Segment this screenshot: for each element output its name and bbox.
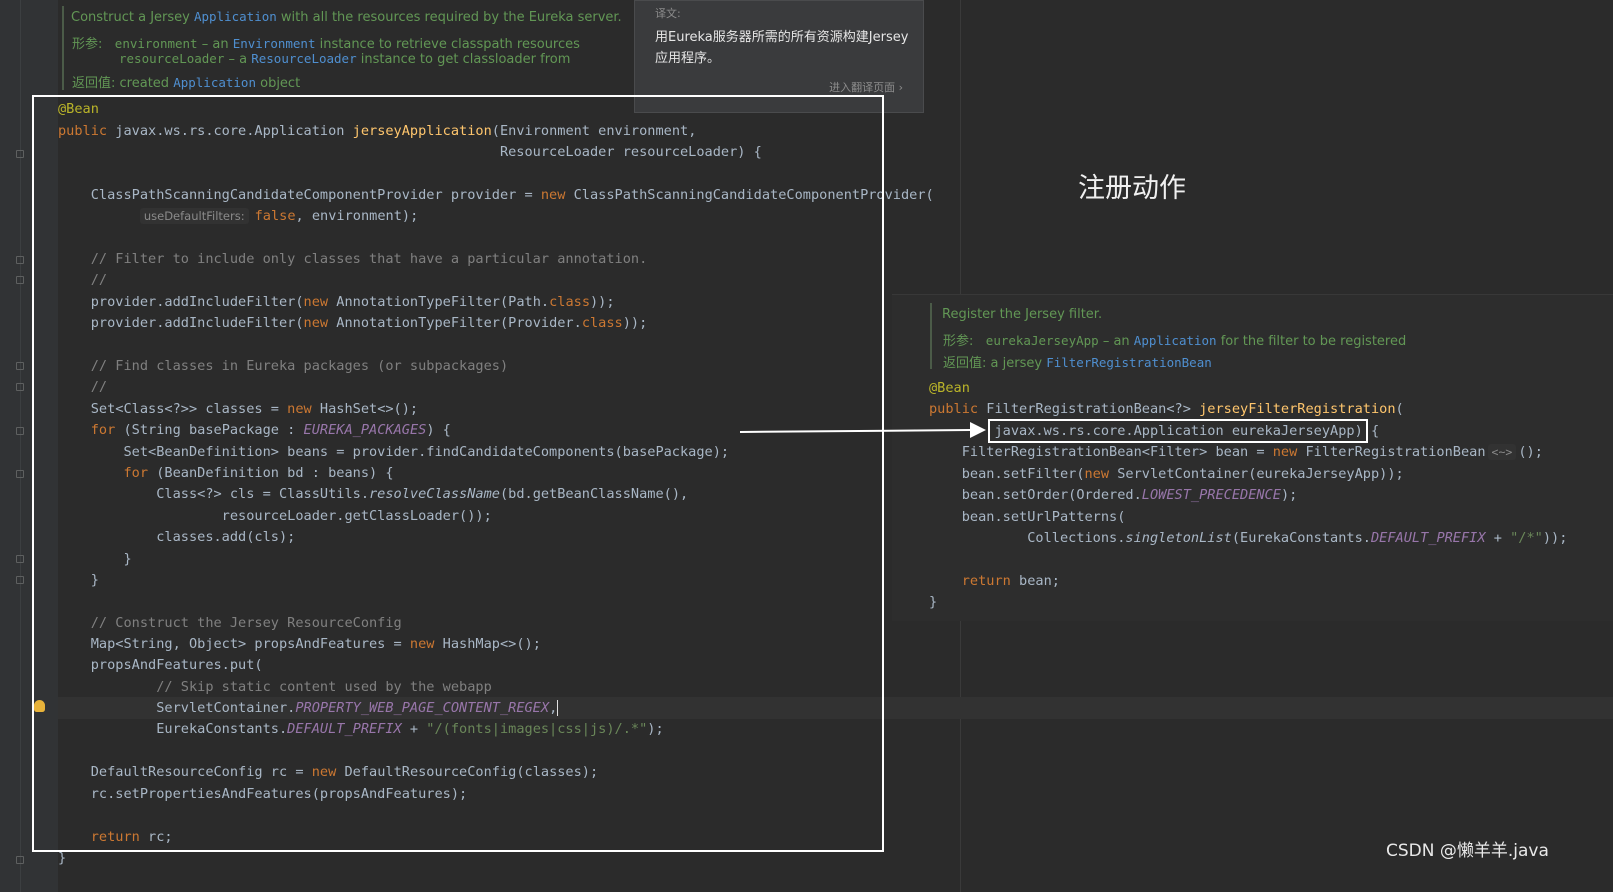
popup-label: 译文: [655, 7, 681, 20]
arrow-icon [739, 422, 986, 438]
fold-marker[interactable] [16, 276, 24, 284]
fold-marker[interactable] [16, 256, 24, 264]
code-line: return bean; [929, 573, 1060, 589]
left-doc-summary: Construct a Jersey Application with all … [71, 9, 622, 25]
code-line: bean.setUrlPatterns( [929, 509, 1126, 525]
doc-link[interactable]: Environment [233, 36, 316, 51]
right-doc-returns: 返回值: a jersey FilterRegistrationBean [943, 355, 1212, 371]
code-line: public FilterRegistrationBean<?> jerseyF… [929, 401, 1404, 417]
code-line: Collections.singletonList(EurekaConstant… [929, 530, 1568, 546]
left-doc-param1: 形参: environment – an Environment instanc… [72, 36, 580, 52]
annotation-title: 注册动作 [1078, 173, 1186, 204]
fold-marker[interactable] [16, 362, 24, 370]
type-hint: <~> [1487, 444, 1517, 460]
fold-marker[interactable] [16, 427, 24, 435]
code-line: bean.setFilter(new ServletContainer(eure… [929, 466, 1404, 482]
code-line: bean.setOrder(Ordered.LOWEST_PRECEDENCE)… [929, 487, 1298, 503]
code-line: @Bean [929, 380, 970, 396]
gutter-divider [20, 0, 21, 892]
doc-comment-bar [930, 303, 932, 369]
left-doc-param2: resourceLoader – a ResourceLoader instan… [119, 51, 571, 67]
doc-comment-bar [62, 6, 64, 90]
open-translation-link[interactable]: 进入翻译页面 › [829, 79, 903, 95]
highlight-frame-left [32, 95, 884, 852]
right-code-panel[interactable]: Register the Jersey filter. 形参: eurekaJe… [892, 294, 1613, 621]
fold-marker[interactable] [16, 856, 24, 864]
highlight-frame-right [988, 419, 1368, 443]
fold-marker[interactable] [16, 555, 24, 563]
doc-link[interactable]: ResourceLoader [251, 51, 356, 66]
doc-link[interactable]: Application [194, 9, 277, 24]
fold-marker[interactable] [16, 470, 24, 478]
code-line: } [929, 594, 938, 610]
doc-link[interactable]: Application [1134, 333, 1217, 348]
left-doc-returns: 返回值: created Application object [72, 75, 301, 91]
watermark: CSDN @懒羊羊.java [1386, 841, 1549, 861]
fold-marker[interactable] [16, 576, 24, 584]
doc-link[interactable]: FilterRegistrationBean [1046, 355, 1212, 370]
code-line: FilterRegistrationBean<Filter> bean = ne… [929, 444, 1543, 460]
right-doc-param: 形参: eurekaJerseyApp – an Application for… [943, 333, 1407, 349]
fold-marker[interactable] [16, 150, 24, 158]
right-doc-summary: Register the Jersey filter. [942, 307, 1103, 322]
fold-marker[interactable] [16, 383, 24, 391]
popup-translation: 用Eureka服务器所需的所有资源构建Jersey应用程序。 [655, 30, 909, 66]
doc-link[interactable]: Application [173, 75, 256, 90]
